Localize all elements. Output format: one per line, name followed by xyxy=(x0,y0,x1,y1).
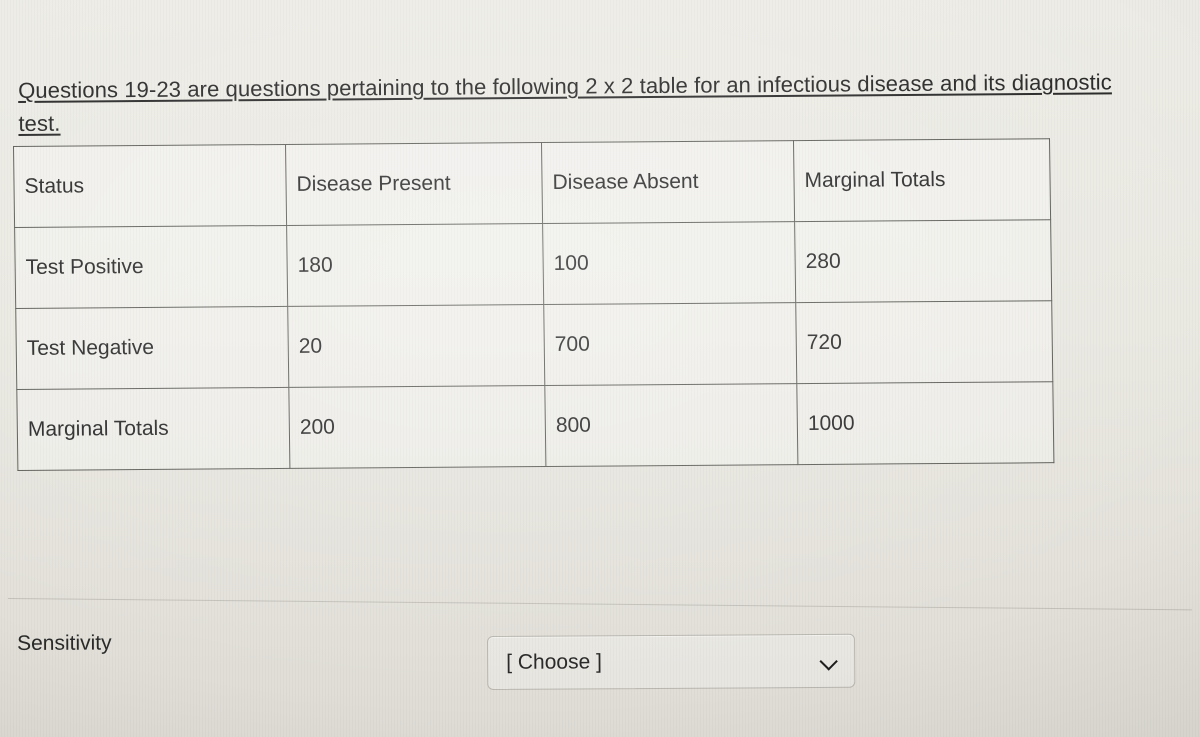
question-prompt-text: Questions 19-23 are questions pertaining… xyxy=(18,69,1112,136)
table-header-row: Status Disease Present Disease Absent Ma… xyxy=(13,138,1051,228)
screen-photo: Questions 19-23 are questions pertaining… xyxy=(0,0,1200,737)
cell-test-negative-present: 20 xyxy=(287,304,545,388)
cell-test-negative-total: 720 xyxy=(795,300,1053,384)
row-label-test-positive: Test Positive xyxy=(14,225,288,309)
cell-marginal-totals-present: 200 xyxy=(288,385,546,469)
table-header-disease-present: Disease Present xyxy=(285,142,543,226)
sensitivity-choose-value: [ Choose ] xyxy=(506,650,602,674)
contingency-table: Status Disease Present Disease Absent Ma… xyxy=(13,138,1055,471)
section-divider xyxy=(7,598,1192,611)
row-label-test-negative: Test Negative xyxy=(15,306,289,390)
contingency-table-container: Status Disease Present Disease Absent Ma… xyxy=(13,138,1055,471)
table-row: Marginal Totals 200 800 1000 xyxy=(16,381,1054,471)
table-header-disease-absent: Disease Absent xyxy=(541,140,795,224)
row-label-marginal-totals: Marginal Totals xyxy=(16,387,290,471)
table-header-marginal-totals: Marginal Totals xyxy=(793,138,1051,222)
cell-marginal-totals-absent: 800 xyxy=(544,383,798,467)
chevron-down-icon xyxy=(820,652,838,670)
cell-test-negative-absent: 700 xyxy=(543,302,797,386)
sensitivity-label: Sensitivity xyxy=(17,631,112,655)
question-prompt: Questions 19-23 are questions pertaining… xyxy=(18,65,1148,140)
cell-test-positive-present: 180 xyxy=(286,223,544,307)
sensitivity-choose-dropdown[interactable]: [ Choose ] xyxy=(487,633,856,690)
cell-test-positive-absent: 100 xyxy=(542,221,796,305)
table-header-status: Status xyxy=(13,144,287,228)
cell-test-positive-total: 280 xyxy=(794,219,1052,303)
table-row: Test Negative 20 700 720 xyxy=(15,300,1053,390)
cell-grand-total: 1000 xyxy=(796,381,1054,465)
table-row: Test Positive 180 100 280 xyxy=(14,219,1052,309)
